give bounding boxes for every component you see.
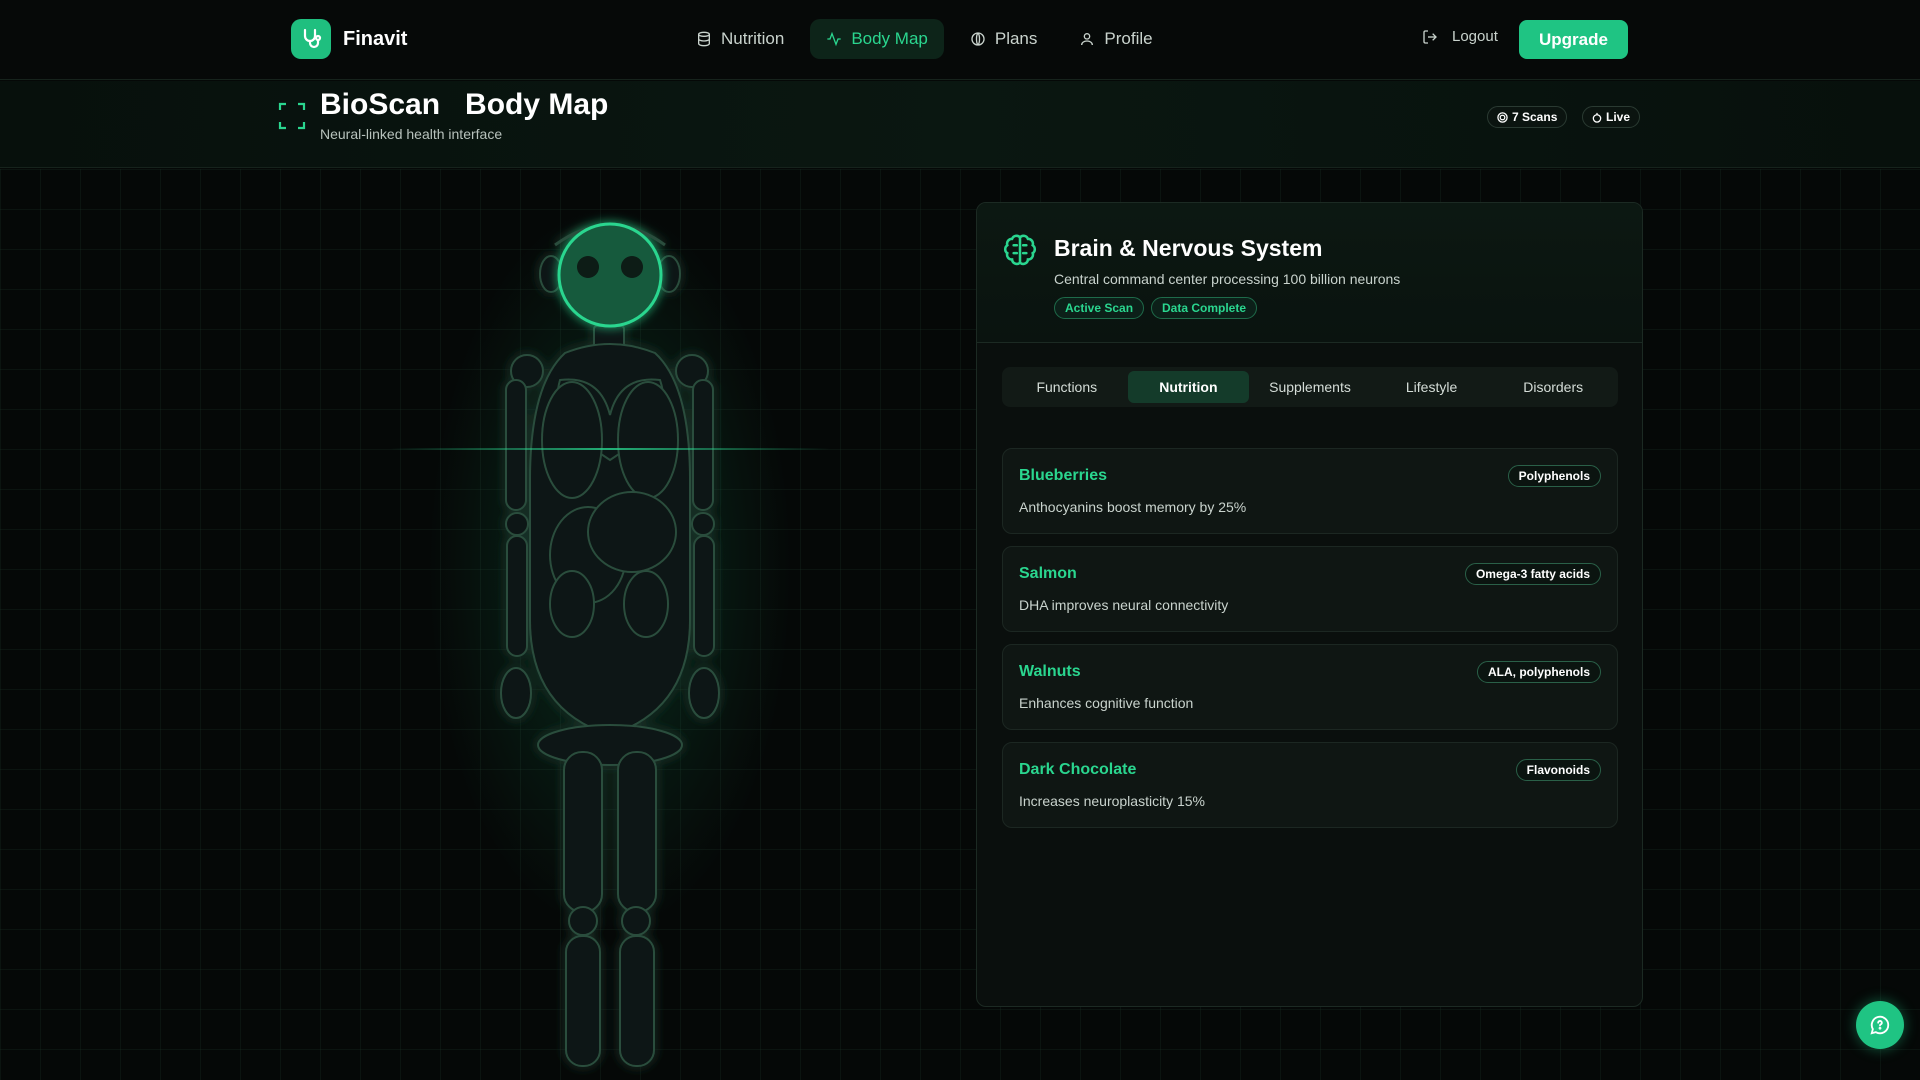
page-title-left: BioScan — [320, 88, 441, 121]
body-part-right-thigh[interactable] — [617, 751, 657, 913]
scan-line — [390, 448, 830, 450]
body-part-pelvis[interactable] — [537, 724, 683, 766]
food-description: Anthocyanins boost memory by 25% — [1019, 499, 1247, 515]
scan-frame-icon — [278, 102, 306, 130]
chat-button[interactable] — [1856, 1001, 1904, 1049]
nav-label: Profile — [1104, 29, 1153, 48]
nav-item-body-map[interactable]: Body Map — [810, 19, 944, 59]
food-description: Enhances cognitive function — [1019, 695, 1194, 711]
body-part-right-forearm[interactable] — [693, 535, 715, 657]
brand[interactable]: Finavit — [291, 19, 407, 59]
page-title: BioScan Body Map — [320, 88, 608, 122]
tab-supplements[interactable]: Supplements — [1249, 371, 1371, 403]
panel-title: Brain & Nervous System — [1054, 235, 1323, 261]
nav-label: Nutrition — [721, 29, 785, 48]
nutrient-badge: Flavonoids — [1515, 759, 1601, 781]
body-part-left-upper-arm[interactable] — [505, 379, 527, 511]
organ-liver[interactable] — [587, 491, 677, 573]
logout-button[interactable]: Logout — [1422, 28, 1498, 45]
logout-label: Logout — [1452, 28, 1498, 45]
organ-left-lung[interactable] — [541, 381, 603, 499]
tab-disorders[interactable]: Disorders — [1492, 371, 1614, 403]
food-name: Walnuts — [1019, 663, 1081, 680]
organ-detail-panel: Brain & Nervous System Central command c… — [976, 202, 1643, 1007]
nutrient-badge: ALA, polyphenols — [1477, 661, 1601, 683]
body-part-right-shin[interactable] — [619, 935, 655, 1067]
live-label: Live — [1606, 110, 1631, 124]
food-description: DHA improves neural connectivity — [1019, 597, 1229, 613]
globe-icon — [971, 32, 985, 46]
body-part-left-hand[interactable] — [500, 667, 532, 719]
organ-right-kidney[interactable] — [623, 570, 669, 638]
panel-header: Brain & Nervous System Central command c… — [977, 203, 1642, 343]
target-icon — [1497, 111, 1508, 123]
live-badge: Live — [1582, 106, 1641, 128]
tab-functions[interactable]: Functions — [1006, 371, 1128, 403]
tab-lifestyle[interactable]: Lifestyle — [1371, 371, 1493, 403]
scans-count-badge: 7 Scans — [1487, 106, 1568, 128]
body-part-head-active[interactable] — [557, 222, 663, 328]
body-part-right-elbow[interactable] — [691, 512, 715, 536]
tag-data-complete: Data Complete — [1151, 297, 1258, 319]
food-card-walnuts[interactable]: Walnuts Enhances cognitive function ALA,… — [1002, 644, 1618, 730]
chat-help-icon — [1870, 1015, 1890, 1035]
timer-icon — [1592, 112, 1602, 123]
body-part-left-thigh[interactable] — [563, 751, 603, 913]
main-nav: Nutrition Body Map Plans Profile — [680, 19, 1169, 59]
food-name: Salmon — [1019, 565, 1077, 582]
body-part-left-shin[interactable] — [565, 935, 601, 1067]
nav-label: Body Map — [851, 29, 928, 48]
food-name: Blueberries — [1019, 467, 1108, 484]
activity-icon — [827, 31, 841, 47]
food-card-blueberries[interactable]: Blueberries Anthocyanins boost memory by… — [1002, 448, 1618, 534]
scans-count-label: 7 Scans — [1512, 110, 1558, 124]
nav-item-nutrition[interactable]: Nutrition — [680, 19, 800, 59]
food-card-salmon[interactable]: Salmon DHA improves neural connectivity … — [1002, 546, 1618, 632]
body-part-right-eye — [621, 256, 643, 278]
body-part-right-upper-arm[interactable] — [692, 379, 714, 511]
panel-description: Central command center processing 100 bi… — [1054, 271, 1401, 287]
brand-name: Finavit — [343, 27, 408, 50]
body-part-right-hand[interactable] — [688, 667, 720, 719]
body-part-right-knee[interactable] — [621, 906, 651, 936]
logout-icon — [1423, 29, 1437, 44]
nutrient-badge: Polyphenols — [1507, 465, 1601, 487]
food-description: Increases neuroplasticity 15% — [1019, 793, 1205, 809]
body-part-left-knee[interactable] — [568, 906, 598, 936]
organ-right-lung[interactable] — [617, 381, 679, 499]
stethoscope-icon — [291, 19, 331, 59]
brain-icon — [1003, 234, 1037, 266]
page-title-right: Body Map — [465, 88, 609, 121]
body-part-left-forearm[interactable] — [506, 535, 528, 657]
nav-label: Plans — [994, 29, 1038, 48]
panel-tabs: Functions Nutrition Supplements Lifestyl… — [1002, 367, 1618, 407]
tag-active-scan: Active Scan — [1054, 297, 1145, 319]
food-card-dark-chocolate[interactable]: Dark Chocolate Increases neuroplasticity… — [1002, 742, 1618, 828]
upgrade-button[interactable]: Upgrade — [1519, 20, 1628, 59]
nav-item-profile[interactable]: Profile — [1063, 19, 1168, 59]
nutrient-badge: Omega-3 fatty acids — [1464, 563, 1601, 585]
organ-left-kidney[interactable] — [549, 570, 595, 638]
page-subtitle: Neural-linked health interface — [320, 126, 503, 142]
nav-item-plans[interactable]: Plans — [954, 19, 1054, 59]
body-part-left-elbow[interactable] — [505, 512, 529, 536]
user-icon — [1081, 33, 1094, 46]
database-icon — [698, 31, 710, 47]
body-part-left-eye — [577, 256, 599, 278]
body-map — [500, 222, 720, 1067]
food-name: Dark Chocolate — [1019, 761, 1137, 778]
tab-nutrition[interactable]: Nutrition — [1127, 371, 1250, 403]
